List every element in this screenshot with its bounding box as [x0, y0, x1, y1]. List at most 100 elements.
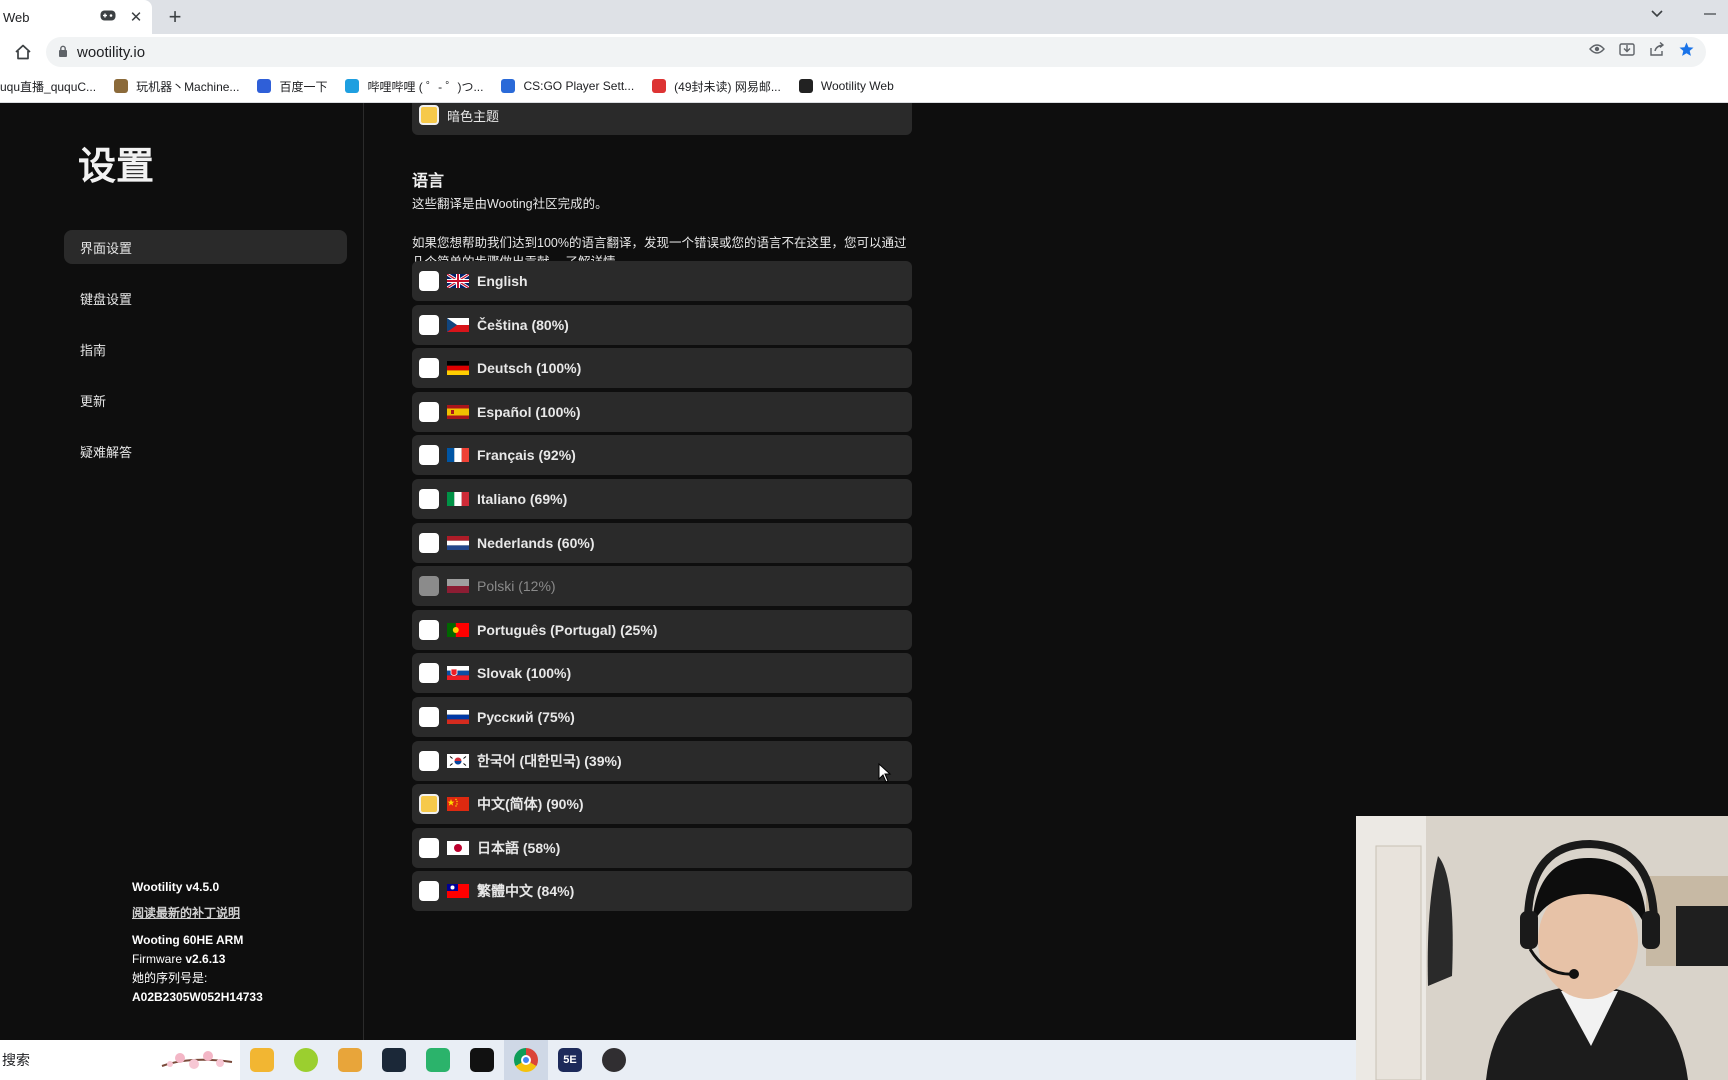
language-label: Português (Portugal) (25%): [477, 621, 658, 638]
language-checkbox[interactable]: [419, 314, 439, 335]
bookmark-item[interactable]: CS:GO Player Sett...: [501, 79, 634, 93]
app-version: Wootility v4.5.0: [132, 880, 220, 894]
sidebar-item-label: 界面设置: [80, 240, 133, 256]
language-option-jp[interactable]: 日本語 (58%): [412, 827, 912, 868]
language-option-kr[interactable]: 한국어 (대한민국) (39%): [412, 740, 912, 781]
sidebar-item-ui-settings[interactable]: 界面设置: [64, 230, 347, 264]
firmware-version: Firmware v2.6.13: [132, 952, 226, 966]
language-checkbox[interactable]: [419, 619, 439, 640]
language-label: 한국어 (대한민국) (39%): [477, 752, 622, 769]
language-label: Čeština (80%): [477, 316, 569, 333]
address-bar[interactable]: wootility.io: [46, 37, 1706, 67]
flag-nl-icon: [447, 535, 469, 550]
language-option-pt[interactable]: Português (Portugal) (25%): [412, 609, 912, 650]
tab-close-icon[interactable]: ✕: [126, 8, 146, 26]
file-explorer-icon[interactable]: [240, 1040, 284, 1080]
dark-theme-checkbox[interactable]: [419, 105, 439, 125]
language-option-fr[interactable]: Français (92%): [412, 435, 912, 476]
flag-pt-icon: [447, 622, 469, 637]
steam-icon[interactable]: [372, 1040, 416, 1080]
new-tab-button[interactable]: +: [162, 4, 188, 30]
language-checkbox[interactable]: [419, 532, 439, 553]
language-option-it[interactable]: Italiano (69%): [412, 479, 912, 519]
language-option-de[interactable]: Deutsch (100%): [412, 348, 912, 389]
bookmark-item[interactable]: 玩机器丶Machine...: [114, 78, 239, 95]
language-checkbox[interactable]: [419, 750, 439, 771]
language-checkbox[interactable]: [419, 837, 439, 858]
owl-app-icon[interactable]: [328, 1040, 372, 1080]
bookmarks-bar: uqu直播_ququC... 玩机器丶Machine... 百度一下 哔哩哔哩 ( ゜…: [0, 70, 1728, 103]
qq-icon[interactable]: [460, 1040, 504, 1080]
flag-de-icon: [447, 361, 469, 376]
settings-sidebar: 设置 界面设置 键盘设置 指南 更新 疑难解答 Wootility v4.5.0…: [0, 103, 364, 1040]
language-label: 繁體中文 (84%): [477, 883, 575, 900]
bookmark-item[interactable]: Wootility Web: [798, 79, 894, 93]
chrome-icon[interactable]: [504, 1040, 548, 1080]
language-checkbox[interactable]: [419, 881, 439, 902]
sidebar-footer: Wootility v4.5.0 阅读最新的补丁说明 Wooting 60HE …: [132, 878, 263, 1007]
green-hex-app-icon[interactable]: [416, 1040, 460, 1080]
baidu-paw-icon: [257, 79, 272, 93]
language-checkbox[interactable]: [419, 358, 439, 379]
taskbar-search-label: 搜索: [2, 1052, 30, 1068]
mouse-cursor-icon: [878, 762, 892, 788]
minimize-icon[interactable]: [1704, 2, 1716, 28]
sidebar-item-label: 键盘设置: [80, 291, 133, 307]
language-option-cz[interactable]: Čeština (80%): [412, 304, 912, 345]
share-icon[interactable]: [1649, 41, 1665, 60]
flag-tw-icon: [447, 884, 469, 899]
language-checkbox[interactable]: [419, 663, 439, 684]
language-option-ru[interactable]: Русский (75%): [412, 697, 912, 737]
taskbar-search-box[interactable]: 搜索: [0, 1040, 240, 1080]
flag-es-icon: [447, 404, 469, 419]
dark-theme-toggle[interactable]: 暗色主题: [412, 103, 912, 135]
ball-app-icon[interactable]: [284, 1040, 328, 1080]
language-label: Slovak (100%): [477, 665, 572, 682]
bookmark-item[interactable]: (49封未读) 网易邮...: [652, 78, 781, 95]
taskbar-apps: 5E: [240, 1040, 636, 1080]
language-checkbox[interactable]: [419, 794, 439, 815]
language-label: 日本語 (58%): [477, 839, 561, 856]
language-checkbox[interactable]: [419, 401, 439, 422]
bookmark-label: (49封未读) 网易邮...: [674, 79, 781, 94]
language-option-cn[interactable]: 中文(简体) (90%): [412, 784, 912, 825]
home-icon[interactable]: [10, 39, 36, 65]
bookmark-item[interactable]: 哔哩哔哩 ( ゜- ゜)つ...: [345, 78, 483, 95]
flag-it-icon: [447, 492, 469, 506]
sidebar-item-keyboard-settings[interactable]: 键盘设置: [64, 281, 347, 315]
language-option-es[interactable]: Español (100%): [412, 391, 912, 432]
flag-gb-icon: [446, 272, 470, 290]
language-option-tw[interactable]: 繁體中文 (84%): [412, 871, 912, 912]
bookmark-label: 哔哩哔哩 ( ゜- ゜)つ...: [367, 79, 484, 94]
5e-app-icon[interactable]: 5E: [548, 1040, 592, 1080]
install-app-icon[interactable]: [1619, 42, 1635, 60]
language-checkbox[interactable]: [419, 445, 439, 466]
language-checkbox[interactable]: [419, 707, 439, 727]
browser-tab[interactable]: Web ✕: [0, 0, 152, 34]
bookmark-label: 百度一下: [279, 79, 328, 94]
language-checkbox[interactable]: [419, 489, 439, 509]
url-text: wootility.io: [77, 43, 146, 61]
tab-search-chevron-icon[interactable]: [1650, 2, 1664, 28]
language-option-gb[interactable]: English: [412, 261, 912, 301]
sidebar-item-updates[interactable]: 更新: [64, 383, 347, 417]
language-option-pl[interactable]: Polski (12%): [412, 566, 912, 607]
bookmark-label: Wootility Web: [820, 79, 894, 93]
language-checkbox[interactable]: [419, 271, 439, 291]
language-option-sk[interactable]: Slovak (100%): [412, 653, 912, 694]
cherry-blossom-icon: [160, 1046, 234, 1077]
sidebar-item-troubleshooting[interactable]: 疑难解答: [64, 434, 347, 468]
bookmark-item[interactable]: uqu直播_ququC...: [0, 78, 96, 95]
bookmark-label: uqu直播_ququC...: [0, 79, 97, 94]
patch-notes-link[interactable]: 阅读最新的补丁说明: [132, 904, 263, 923]
eye-icon[interactable]: [1589, 42, 1605, 60]
bookmark-item[interactable]: 百度一下: [257, 78, 327, 95]
language-checkbox[interactable]: [419, 576, 439, 597]
language-option-nl[interactable]: Nederlands (60%): [412, 522, 912, 563]
sidebar-item-guides[interactable]: 指南: [64, 332, 347, 366]
obs-icon[interactable]: [592, 1040, 636, 1080]
bilibili-icon: [345, 79, 360, 93]
tab-title: Web: [3, 9, 30, 25]
serial-number: A02B2305W052H14733: [132, 990, 263, 1004]
bookmark-star-icon[interactable]: [1679, 42, 1694, 60]
